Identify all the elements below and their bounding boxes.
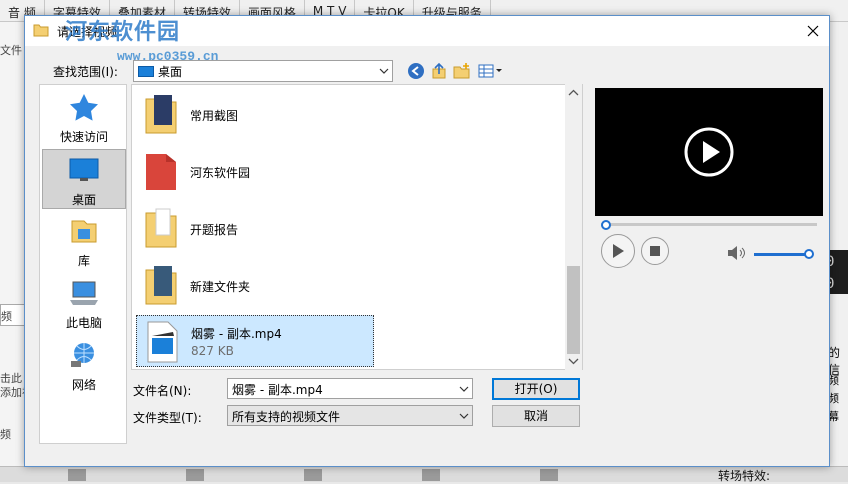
lookin-label: 查找范围(I): [53, 65, 118, 79]
place-quick-access[interactable]: 快速访问 [42, 87, 126, 147]
volume-handle[interactable] [804, 249, 814, 259]
list-item-folder[interactable]: 常用截图 [136, 87, 374, 141]
back-arrow-icon [408, 63, 424, 79]
up-folder-button[interactable] [429, 62, 449, 80]
folder-icon [145, 208, 177, 248]
timeline-frame [540, 469, 558, 481]
seek-bar[interactable] [601, 223, 817, 226]
left-strip-text: 添加视 [0, 386, 26, 399]
place-label: 桌面 [71, 193, 96, 207]
seek-handle[interactable] [601, 220, 611, 230]
desktop-icon [138, 65, 154, 77]
stop-button[interactable] [641, 237, 669, 265]
place-label: 快速访问 [59, 130, 108, 144]
timeline-frame [186, 469, 204, 481]
left-strip-button[interactable]: 频 [0, 304, 26, 326]
filename-value: 烟雾 - 副本.mp4 [232, 383, 323, 397]
chevron-down-icon[interactable] [459, 384, 469, 394]
chevron-up-icon[interactable] [568, 88, 579, 99]
star-icon [70, 94, 98, 121]
new-folder-icon [453, 63, 470, 79]
play-circle-icon[interactable] [683, 126, 735, 178]
view-menu-icon [478, 64, 502, 78]
file-list: 常用截图 河东软件园 开题报告 新建文件夹 烟雾 - 副本.mp4 827 KB [131, 84, 583, 370]
cancel-button[interactable]: 取消 [492, 405, 580, 427]
open-button[interactable]: 打开(O) [492, 378, 580, 400]
place-network[interactable]: 网络 [42, 335, 126, 395]
place-library[interactable]: 库 [42, 211, 126, 271]
chevron-down-icon [459, 413, 469, 419]
desktop-icon [69, 158, 99, 181]
open-video-dialog: 请选择视频 河东软件园 www.pc0359.cn 查找范围(I): 桌面 快速… [24, 15, 830, 467]
folder-icon [33, 24, 49, 37]
lookin-value: 桌面 [158, 64, 183, 79]
chevron-down-icon [379, 68, 389, 74]
file-list-scrollbar[interactable] [565, 84, 582, 370]
place-desktop[interactable]: 桌面 [42, 149, 126, 209]
filetype-value: 所有支持的视频文件 [232, 410, 341, 424]
file-size: 827 KB [191, 344, 234, 358]
transition-label: 转场特效: [718, 469, 771, 483]
close-icon [807, 25, 819, 37]
list-item-folder[interactable]: 新建文件夹 [136, 258, 374, 312]
library-icon [71, 220, 97, 243]
file-name: 常用截图 [190, 109, 239, 123]
list-item-video[interactable]: 烟雾 - 副本.mp4 827 KB [136, 315, 374, 367]
file-name: 河东软件园 [190, 166, 251, 180]
filename-input[interactable]: 烟雾 - 副本.mp4 [227, 378, 473, 399]
folder-icon [145, 95, 177, 134]
place-this-pc[interactable]: 此电脑 [42, 273, 126, 333]
place-label: 此电脑 [65, 316, 102, 330]
list-item-folder[interactable]: 开题报告 [136, 201, 374, 255]
back-button[interactable] [406, 62, 426, 80]
filetype-label: 文件类型(T): [133, 411, 202, 425]
list-item-folder[interactable]: 河东软件园 [136, 144, 374, 198]
dialog-titlebar: 请选择视频 河东软件园 [25, 16, 829, 46]
timeline-frame [304, 469, 322, 481]
computer-icon [70, 281, 98, 305]
stop-icon [650, 246, 660, 256]
up-folder-icon [432, 62, 446, 79]
place-label: 网络 [71, 378, 96, 392]
close-button[interactable] [797, 16, 829, 46]
volume-icon[interactable] [727, 245, 747, 261]
file-name: 烟雾 - 副本.mp4 [191, 327, 282, 341]
timeline-frame [68, 469, 86, 481]
filetype-select[interactable]: 所有支持的视频文件 [227, 405, 473, 426]
scrollbar-thumb[interactable] [567, 266, 580, 354]
app-left-panel: 文件 频 击此 添加视 频 [0, 22, 26, 482]
folder-icon [146, 154, 176, 190]
left-strip-text: 频 [0, 428, 11, 441]
timeline-frame [422, 469, 440, 481]
video-file-icon [147, 321, 178, 363]
view-menu-button[interactable] [477, 62, 503, 80]
play-icon [613, 244, 624, 258]
play-button[interactable] [601, 234, 635, 268]
new-folder-button[interactable] [452, 62, 472, 80]
folder-icon [145, 266, 177, 305]
places-bar: 快速访问 桌面 库 此电脑 网络 [39, 84, 127, 444]
place-label: 库 [77, 254, 90, 268]
network-icon [71, 343, 94, 367]
lookin-combo[interactable]: 桌面 [133, 60, 393, 82]
file-name: 新建文件夹 [190, 280, 251, 294]
filename-label: 文件名(N): [133, 384, 192, 398]
video-preview [595, 88, 823, 216]
chevron-down-icon[interactable] [568, 355, 579, 366]
watermark-logo: 河东软件园 [65, 20, 181, 45]
file-name: 开题报告 [190, 223, 239, 237]
left-strip-text: 文件 [0, 44, 22, 57]
